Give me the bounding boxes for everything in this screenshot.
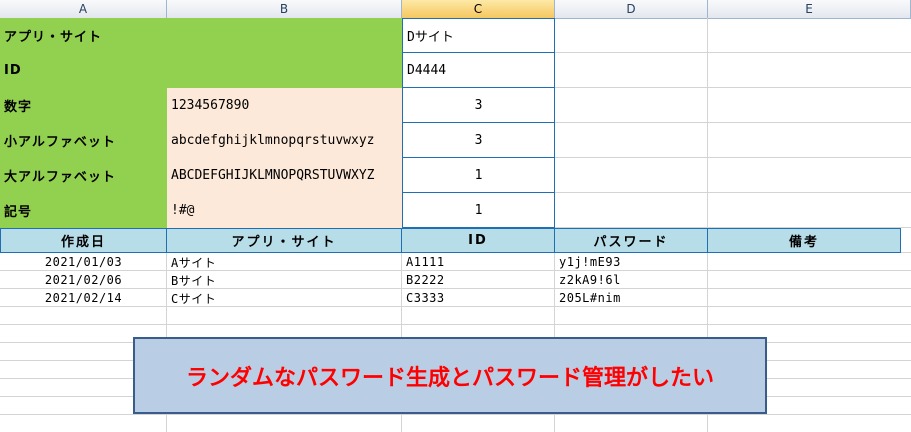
table-row-3-date[interactable]: 2021/02/14: [0, 289, 167, 307]
table-row-1-site[interactable]: Aサイト: [167, 253, 402, 271]
table-header-password[interactable]: パスワード: [554, 228, 708, 253]
table-header-created-date[interactable]: 作成日: [0, 228, 167, 253]
table-row-1-id[interactable]: A1111: [402, 253, 555, 271]
column-header-row: A B C D E: [0, 0, 911, 19]
table-header-id[interactable]: ID: [401, 228, 555, 253]
gridline: [0, 324, 911, 325]
digits-chars-cell[interactable]: 1234567890: [167, 88, 402, 123]
id-value-cell[interactable]: D4444: [402, 53, 555, 88]
table-row-3-site[interactable]: Cサイト: [167, 289, 402, 307]
column-header-e[interactable]: E: [708, 0, 911, 18]
symbol-chars-cell[interactable]: !#@: [167, 193, 402, 228]
app-site-label-cell[interactable]: アプリ・サイト: [0, 18, 402, 53]
table-row-1-date[interactable]: 2021/01/03: [0, 253, 167, 271]
lowercase-label-cell[interactable]: 小アルファベット: [0, 123, 167, 158]
callout-text: ランダムなパスワード生成とパスワード管理がしたい: [185, 365, 714, 391]
digits-label-cell[interactable]: 数字: [0, 88, 167, 123]
table-header-app-site[interactable]: アプリ・サイト: [166, 228, 402, 253]
column-header-a[interactable]: A: [0, 0, 167, 18]
id-label-cell[interactable]: ID: [0, 53, 402, 88]
lowercase-chars-cell[interactable]: abcdefghijklmnopqrstuvwxyz: [167, 123, 402, 158]
table-row-1-password[interactable]: y1j!mE93: [555, 253, 708, 271]
column-header-d[interactable]: D: [555, 0, 708, 18]
table-row-2-password[interactable]: z2kA9!6l: [555, 271, 708, 289]
table-header-notes[interactable]: 備考: [707, 228, 901, 253]
column-header-c[interactable]: C: [402, 0, 555, 18]
symbol-count-cell[interactable]: 1: [402, 193, 555, 228]
uppercase-label-cell[interactable]: 大アルファベット: [0, 158, 167, 193]
table-row-2-date[interactable]: 2021/02/06: [0, 271, 167, 289]
symbol-label-cell[interactable]: 記号: [0, 193, 167, 228]
lowercase-count-cell[interactable]: 3: [402, 123, 555, 158]
table-row-2-id[interactable]: B2222: [402, 271, 555, 289]
uppercase-count-cell[interactable]: 1: [402, 158, 555, 193]
uppercase-chars-cell[interactable]: ABCDEFGHIJKLMNOPQRSTUVWXYZ: [167, 158, 402, 193]
gridline: [0, 414, 911, 415]
table-row-2-site[interactable]: Bサイト: [167, 271, 402, 289]
app-site-value-cell[interactable]: Dサイト: [402, 18, 555, 53]
digits-count-cell[interactable]: 3: [402, 88, 555, 123]
table-row-3-id[interactable]: C3333: [402, 289, 555, 307]
column-header-b[interactable]: B: [167, 0, 402, 18]
callout-box[interactable]: ランダムなパスワード生成とパスワード管理がしたい: [133, 337, 767, 414]
table-row-3-password[interactable]: 205L#nim: [555, 289, 708, 307]
